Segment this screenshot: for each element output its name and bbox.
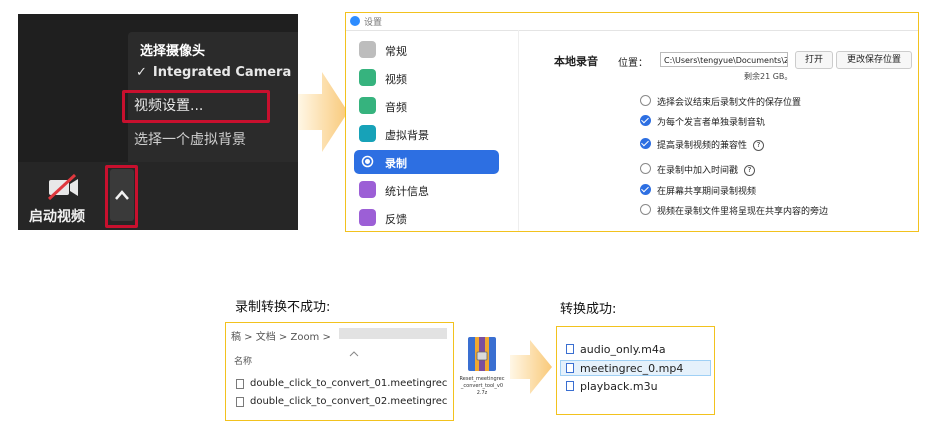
file-name: double_click_to_convert_02.meetingrec <box>250 396 448 407</box>
checkbox[interactable] <box>640 138 651 149</box>
sidebar-item-label: 虚拟背景 <box>385 129 429 142</box>
option-label: 在屏幕共享期间录制视频 <box>657 187 757 197</box>
caret-highlight <box>105 165 138 228</box>
sidebar-item-video[interactable]: 视频 <box>354 66 499 90</box>
option-label: 视频在录制文件里将呈现在共享内容的旁边 <box>657 207 829 217</box>
stats-icon <box>359 181 376 198</box>
sidebar-item-statistics[interactable]: 统计信息 <box>354 178 499 202</box>
record-icon <box>359 153 376 170</box>
sidebar-item-label: 视频 <box>385 73 407 86</box>
title-bar: 设置 <box>346 13 918 31</box>
zoom-camera-panel: 选择摄像头 ✓ Integrated Camera 视频设置... 选择一个虚拟背… <box>18 14 298 230</box>
arrow-right-icon <box>298 72 348 152</box>
chevron-up-icon[interactable] <box>349 343 359 357</box>
sidebar-item-label: 录制 <box>385 157 407 170</box>
column-header-name[interactable]: 名称 <box>234 354 252 367</box>
fail-caption: 录制转换不成功: <box>235 300 331 315</box>
sidebar-item-label: 反馈 <box>385 213 407 226</box>
checkbox[interactable] <box>640 184 651 195</box>
virtual-background-item[interactable]: 选择一个虚拟背景 <box>134 129 246 149</box>
checkbox[interactable] <box>640 163 651 174</box>
file-name: playback.m3u <box>580 380 658 393</box>
sidebar-item-label: 音频 <box>385 101 407 114</box>
smile-icon <box>359 209 376 226</box>
recording-path-field[interactable]: C:\Users\tengyue\Documents\Zc <box>660 52 788 67</box>
help-icon[interactable]: ? <box>753 140 765 151</box>
option-label: 在录制中加入时间戳 <box>657 166 739 176</box>
free-space-text: 剩余21 GB。 <box>744 72 793 81</box>
arrow-right-icon <box>510 340 552 394</box>
sidebar-item-general[interactable]: 常规 <box>354 38 499 62</box>
person-icon <box>359 125 376 142</box>
settings-window: 设置 常规 视频 音频 虚拟背景 录制 统计信息 反馈 本地录音 位置： C:\… <box>345 12 919 232</box>
headphones-icon <box>359 97 376 114</box>
archive-file-name: Reset_meetingrec_convert_tool_v02.7z <box>459 376 505 396</box>
sidebar-item-virtual-background[interactable]: 虚拟背景 <box>354 122 499 146</box>
file-name: double_click_to_convert_01.meetingrec <box>250 378 448 389</box>
sidebar-item-label: 常规 <box>385 45 407 58</box>
check-icon: ✓ <box>136 65 147 80</box>
breadcrumb[interactable]: 稿 > 文档 > Zoom > <box>231 328 331 343</box>
camera-option-label: Integrated Camera <box>152 65 292 80</box>
playlist-file-icon <box>566 381 574 391</box>
file-icon <box>236 379 244 389</box>
option-label: 提高录制视频的兼容性 <box>657 141 748 151</box>
sidebar-item-audio[interactable]: 音频 <box>354 94 499 118</box>
local-recording-label: 本地录音 <box>554 55 598 68</box>
meeting-toolbar: 启动视频 <box>18 162 298 230</box>
success-caption: 转换成功: <box>560 302 617 317</box>
settings-sidebar: 常规 视频 音频 虚拟背景 录制 统计信息 反馈 <box>346 30 519 231</box>
archive-icon[interactable] <box>462 334 502 374</box>
explorer-window-success: audio_only.m4a meetingrec_0.mp4 playback… <box>556 326 715 415</box>
video-off-icon[interactable] <box>45 173 81 201</box>
video-icon <box>359 69 376 86</box>
zoom-logo-icon <box>350 16 360 26</box>
change-location-button[interactable]: 更改保存位置 <box>836 51 912 69</box>
location-label: 位置： <box>618 58 648 69</box>
open-folder-button[interactable]: 打开 <box>795 51 833 69</box>
file-name: audio_only.m4a <box>580 343 666 356</box>
gear-icon <box>359 41 376 58</box>
help-icon[interactable]: ? <box>744 165 756 176</box>
start-video-label[interactable]: 启动视频 <box>29 206 85 226</box>
checkbox[interactable] <box>640 95 651 106</box>
sidebar-item-label: 统计信息 <box>385 185 429 198</box>
checkbox[interactable] <box>640 115 651 126</box>
sidebar-item-feedback[interactable]: 反馈 <box>354 206 499 230</box>
explorer-window-failed: 稿 > 文档 > Zoom > 名称 double_click_to_conve… <box>225 322 454 421</box>
checkbox[interactable] <box>640 204 651 215</box>
sidebar-item-recording[interactable]: 录制 <box>354 150 499 174</box>
option-label: 为每个发言者单独录制音轨 <box>657 118 766 128</box>
file-icon <box>236 397 244 407</box>
blurred-path-segment <box>339 328 447 339</box>
video-file-icon <box>566 363 574 373</box>
video-settings-highlight <box>122 90 270 123</box>
option-label: 选择会议结束后录制文件的保存位置 <box>657 98 802 108</box>
camera-popup-menu: 选择摄像头 ✓ Integrated Camera 视频设置... 选择一个虚拟背… <box>122 32 298 174</box>
audio-file-icon <box>566 344 574 354</box>
camera-option-integrated[interactable]: ✓ Integrated Camera <box>136 65 291 80</box>
file-name: meetingrec_0.mp4 <box>580 362 684 375</box>
window-title: 设置 <box>364 18 383 28</box>
menu-heading: 选择摄像头 <box>140 44 206 59</box>
